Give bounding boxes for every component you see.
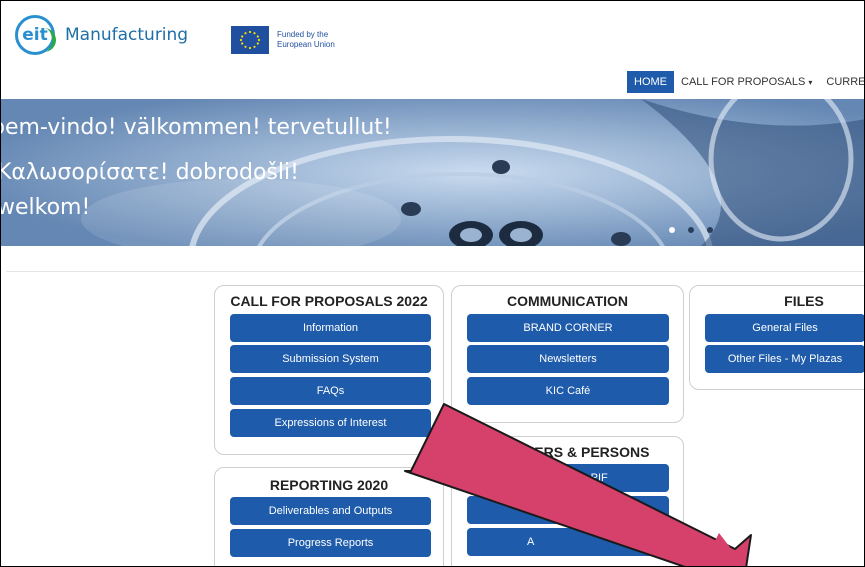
browser-viewport: eit Manufacturing Funded by the European… [0,0,865,567]
annotation-arrow [404,403,752,566]
